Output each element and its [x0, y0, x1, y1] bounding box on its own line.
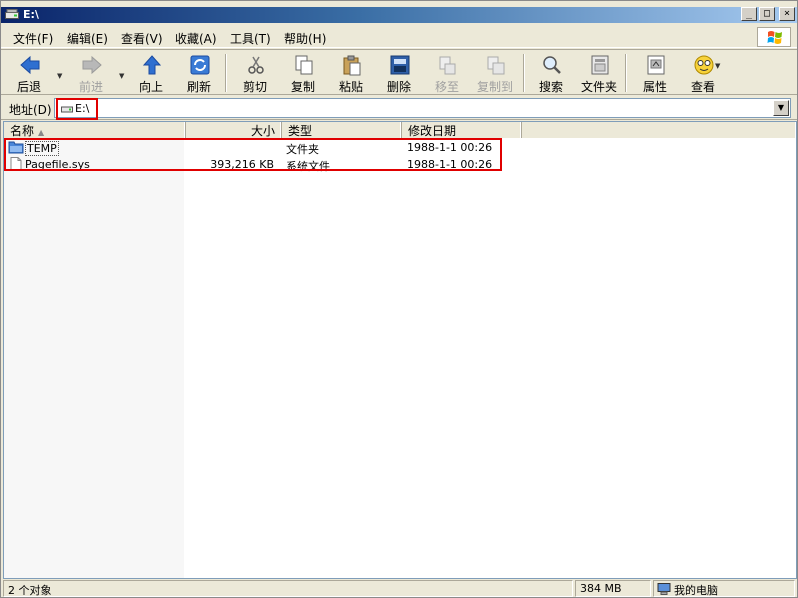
move-to-button[interactable]: 移至 [425, 52, 469, 94]
column-size[interactable]: 大小 [186, 122, 282, 138]
delete-icon [390, 55, 410, 75]
scissors-icon [248, 56, 264, 74]
column-type-label: 类型 [288, 124, 313, 138]
window-title: E:\ [23, 8, 39, 21]
status-size: 384 MB [575, 580, 651, 597]
menu-tools[interactable]: 工具(T) [230, 30, 271, 47]
refresh-label: 刷新 [186, 80, 211, 94]
views-label: 查看 [690, 80, 715, 94]
column-modified-label: 修改日期 [408, 124, 457, 138]
forward-arrow-icon [82, 55, 102, 75]
status-bar: 2 个对象 384 MB 我的电脑 [1, 580, 797, 598]
folders-label: 文件夹 [580, 80, 617, 94]
properties-button[interactable]: 属性 [633, 52, 677, 94]
copy-to-button[interactable]: 复制到 [473, 52, 517, 94]
file-list[interactable]: 名称 ▲ 大小 类型 修改日期 TEMP 文件夹 1988-1-1 00:26 P… [3, 121, 797, 579]
menu-favorites[interactable]: 收藏(A) [175, 30, 217, 47]
back-dropdown-icon[interactable]: ▼ [57, 72, 62, 80]
paste-button[interactable]: 粘贴 [329, 52, 373, 94]
column-type[interactable]: 类型 [282, 122, 402, 138]
minimize-button[interactable]: _ [741, 7, 757, 21]
copy-button[interactable]: 复制 [281, 52, 325, 94]
status-object-count: 2 个对象 [3, 580, 573, 597]
back-label: 后退 [16, 80, 41, 94]
address-dropdown-button[interactable]: ▼ [773, 100, 789, 116]
menu-file[interactable]: 文件(F) [13, 30, 53, 47]
column-modified[interactable]: 修改日期 [402, 122, 522, 138]
refresh-icon [190, 55, 210, 75]
close-button[interactable]: × [779, 7, 795, 21]
search-button[interactable]: 搜索 [529, 52, 573, 94]
toolbar: 后退 ▼ 前进 ▼ 向上 刷新 剪切 复制 粘贴 删除 移至 复制到 搜索 文件… [1, 49, 797, 95]
status-location: 我的电脑 [653, 580, 795, 597]
move-to-icon [439, 56, 456, 75]
copy-to-icon [487, 56, 505, 75]
address-input[interactable]: E:\ ▼ [54, 98, 791, 120]
rows-highlight-box [4, 138, 502, 171]
sort-ascending-icon: ▲ [38, 128, 45, 137]
menu-edit[interactable]: 编辑(E) [67, 30, 108, 47]
explorer-window: E:\ _ □ × 文件(F) 编辑(E) 查看(V) 收藏(A) 工具(T) … [0, 0, 798, 598]
column-header: 名称 ▲ 大小 类型 修改日期 [4, 122, 796, 138]
column-size-label: 大小 [250, 124, 275, 138]
copy-to-label: 复制到 [476, 80, 513, 94]
drive-icon [61, 106, 73, 113]
drive-icon [5, 9, 19, 19]
status-location-label: 我的电脑 [674, 584, 718, 597]
forward-button[interactable]: 前进 [69, 52, 113, 94]
caption-buttons: _ □ × [741, 7, 795, 21]
back-arrow-icon [20, 55, 40, 75]
cut-button[interactable]: 剪切 [233, 52, 277, 94]
menu-view[interactable]: 查看(V) [121, 30, 163, 47]
views-dropdown-icon[interactable]: ▼ [715, 62, 720, 70]
sorted-column-shade [4, 138, 184, 578]
address-label: 地址(D) [9, 103, 52, 117]
copy-icon [295, 55, 313, 75]
column-filler [522, 122, 796, 138]
delete-button[interactable]: 删除 [377, 52, 421, 94]
menu-help[interactable]: 帮助(H) [284, 30, 326, 47]
address-bar: 地址(D) E:\ ▼ [1, 96, 797, 120]
computer-icon [657, 583, 671, 595]
maximize-button[interactable]: □ [759, 7, 775, 21]
title-bar[interactable]: E:\ _ □ × [1, 7, 797, 23]
address-value: E:\ [75, 102, 90, 115]
views-button[interactable]: 查看 [681, 52, 725, 94]
clipboard-icon [343, 55, 361, 76]
back-button[interactable]: 后退 [7, 52, 51, 94]
column-name[interactable]: 名称 ▲ [4, 122, 186, 138]
refresh-button[interactable]: 刷新 [177, 52, 221, 94]
menu-bar: 文件(F) 编辑(E) 查看(V) 收藏(A) 工具(T) 帮助(H) [1, 26, 797, 48]
properties-icon [647, 55, 665, 75]
column-name-label: 名称 [10, 124, 35, 138]
up-arrow-icon [142, 55, 162, 75]
windows-flag-icon [767, 31, 782, 44]
up-button[interactable]: 向上 [129, 52, 173, 94]
windows-logo [757, 27, 791, 47]
views-face-icon [694, 55, 714, 75]
folders-button[interactable]: 文件夹 [577, 52, 621, 94]
forward-label: 前进 [78, 80, 103, 94]
search-icon [543, 56, 561, 74]
folders-icon [591, 55, 609, 75]
